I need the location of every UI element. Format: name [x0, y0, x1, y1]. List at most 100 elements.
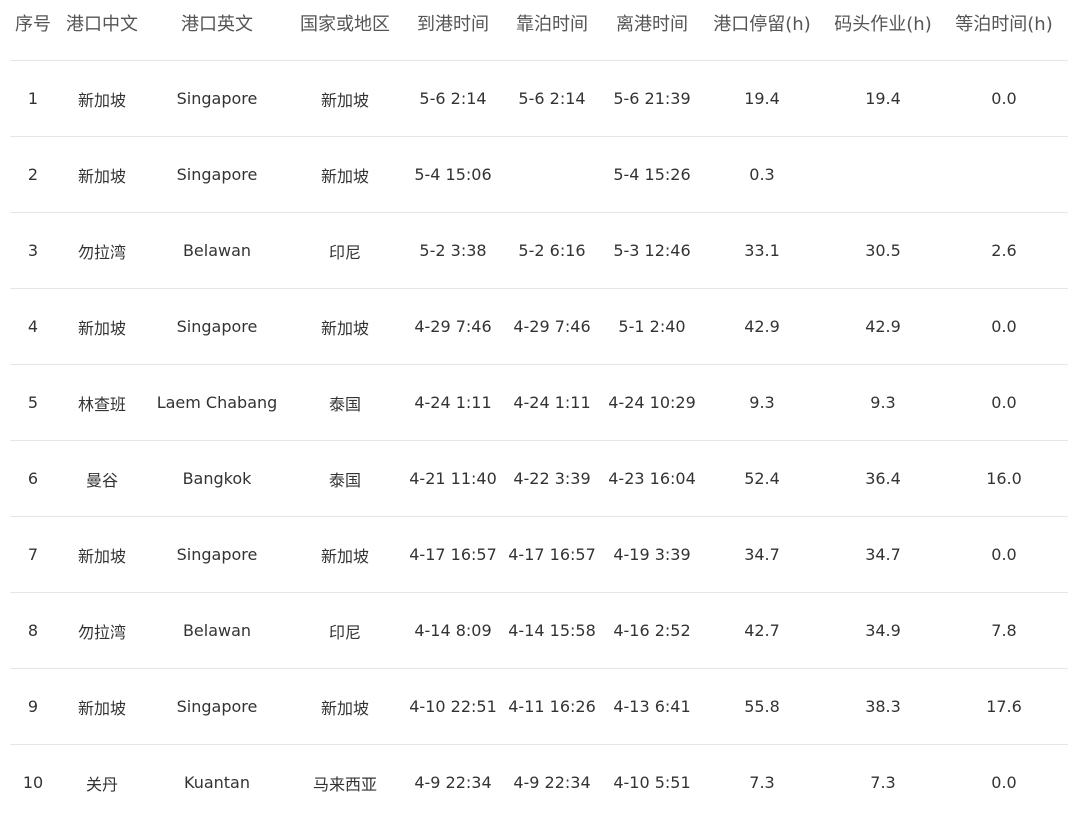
cell-port-en: Singapore	[176, 165, 258, 184]
cell-port-cn: 新加坡	[77, 90, 126, 110]
cell-arrival: 5-6 2:14	[419, 89, 487, 108]
table-row: 5 林查班 Laem Chabang 泰国 4-24 1:11 4-24 1:11 4-24…	[10, 365, 1068, 441]
cell-departure: 4-23 16:04	[608, 469, 696, 488]
cell-port-cn: 新加坡	[77, 166, 126, 186]
cell-terminal-ops: 19.4	[865, 89, 901, 108]
cell-port-cn: 勿拉湾	[77, 242, 126, 262]
cell-terminal-ops: 9.3	[870, 393, 896, 412]
header-country: 国家或地区	[300, 14, 390, 35]
cell-port-stay: 42.7	[744, 621, 780, 640]
cell-berthing: 4-11 16:26	[508, 697, 596, 716]
cell-terminal-ops: 36.4	[865, 469, 901, 488]
cell-wait-time: 16.0	[986, 469, 1022, 488]
cell-country: 新加坡	[320, 166, 369, 186]
table-row: 3 勿拉湾 Belawan 印尼 5-2 3:38 5-2 6:16 5-3 12:46 33…	[10, 213, 1068, 289]
cell-terminal-ops: 7.3	[870, 773, 896, 792]
cell-departure: 4-10 5:51	[613, 773, 691, 792]
table-row: 2 新加坡 Singapore 新加坡 5-4 15:06 5-4 15:26 0.3	[10, 137, 1068, 213]
cell-port-stay: 9.3	[749, 393, 775, 412]
cell-index: 4	[27, 317, 39, 336]
cell-port-cn: 曼谷	[85, 470, 118, 490]
cell-country: 新加坡	[320, 90, 369, 110]
cell-arrival: 4-29 7:46	[414, 317, 492, 336]
cell-port-stay: 33.1	[744, 241, 780, 260]
cell-arrival: 4-24 1:11	[414, 393, 492, 412]
header-index: 序号	[15, 14, 51, 35]
port-call-table: 序号 港口中文 港口英文 国家或地区 到港时间 靠泊时间 离港时间 港口停留(h…	[0, 0, 1068, 820]
cell-departure: 5-3 12:46	[613, 241, 691, 260]
header-port-cn: 港口中文	[66, 14, 138, 35]
table-body: 1 新加坡 Singapore 新加坡 5-6 2:14 5-6 2:14 5-6 21:3…	[0, 61, 1068, 820]
cell-port-en: Singapore	[176, 697, 258, 716]
cell-country: 印尼	[328, 242, 361, 262]
header-terminal-ops: 码头作业(h)	[834, 14, 932, 35]
cell-wait-time: 0.0	[991, 393, 1017, 412]
cell-wait-time: 0.0	[991, 89, 1017, 108]
cell-terminal-ops: 34.7	[865, 545, 901, 564]
cell-arrival: 4-9 22:34	[414, 773, 492, 792]
cell-terminal-ops: 42.9	[865, 317, 901, 336]
cell-departure: 4-24 10:29	[608, 393, 696, 412]
cell-index: 10	[22, 773, 44, 792]
cell-berthing: 4-24 1:11	[513, 393, 591, 412]
cell-port-cn: 勿拉湾	[77, 622, 126, 642]
cell-port-cn: 新加坡	[77, 546, 126, 566]
cell-country: 新加坡	[320, 698, 369, 718]
cell-port-en: Belawan	[182, 621, 252, 640]
cell-index: 9	[27, 697, 39, 716]
cell-berthing: 5-2 6:16	[518, 241, 586, 260]
cell-port-stay: 55.8	[744, 697, 780, 716]
cell-port-en: Singapore	[176, 89, 258, 108]
table-row: 10 关丹 Kuantan 马来西亚 4-9 22:34 4-9 22:34 4-10 5:…	[10, 745, 1068, 820]
cell-terminal-ops: 38.3	[865, 697, 901, 716]
cell-index: 5	[27, 393, 39, 412]
cell-port-stay: 7.3	[749, 773, 775, 792]
cell-port-stay: 19.4	[744, 89, 780, 108]
cell-berthing: 4-17 16:57	[508, 545, 596, 564]
cell-departure: 5-1 2:40	[618, 317, 686, 336]
cell-country: 马来西亚	[312, 774, 377, 794]
cell-index: 8	[27, 621, 39, 640]
cell-country: 印尼	[328, 622, 361, 642]
cell-departure: 5-6 21:39	[613, 89, 691, 108]
cell-departure: 4-19 3:39	[613, 545, 691, 564]
header-wait-time: 等泊时间(h)	[955, 14, 1053, 35]
cell-port-cn: 新加坡	[77, 318, 126, 338]
table-row: 8 勿拉湾 Belawan 印尼 4-14 8:09 4-14 15:58 4-16 2:5…	[10, 593, 1068, 669]
cell-berthing: 4-29 7:46	[513, 317, 591, 336]
table-row: 4 新加坡 Singapore 新加坡 4-29 7:46 4-29 7:46 5-1 2:…	[10, 289, 1068, 365]
cell-port-cn: 关丹	[85, 774, 118, 794]
cell-index: 6	[27, 469, 39, 488]
cell-departure: 4-13 6:41	[613, 697, 691, 716]
table-row: 7 新加坡 Singapore 新加坡 4-17 16:57 4-17 16:57 4-19…	[10, 517, 1068, 593]
cell-index: 1	[27, 89, 39, 108]
cell-wait-time: 17.6	[986, 697, 1022, 716]
cell-port-en: Bangkok	[182, 469, 252, 488]
cell-berthing: 5-6 2:14	[518, 89, 586, 108]
cell-country: 新加坡	[320, 546, 369, 566]
cell-arrival: 5-4 15:06	[414, 165, 492, 184]
cell-country: 泰国	[328, 470, 361, 490]
cell-wait-time: 0.0	[991, 545, 1017, 564]
header-port-stay: 港口停留(h)	[713, 14, 811, 35]
cell-port-en: Singapore	[176, 545, 258, 564]
header-departure: 离港时间	[616, 14, 688, 35]
cell-arrival: 4-14 8:09	[414, 621, 492, 640]
cell-index: 3	[27, 241, 39, 260]
cell-arrival: 4-10 22:51	[409, 697, 497, 716]
header-berthing: 靠泊时间	[516, 14, 588, 35]
cell-arrival: 4-21 11:40	[409, 469, 497, 488]
cell-berthing: 4-14 15:58	[508, 621, 596, 640]
header-port-en: 港口英文	[181, 14, 253, 35]
cell-departure: 5-4 15:26	[613, 165, 691, 184]
cell-port-stay: 52.4	[744, 469, 780, 488]
cell-wait-time: 0.0	[991, 317, 1017, 336]
cell-port-en: Laem Chabang	[156, 393, 278, 412]
cell-wait-time: 2.6	[991, 241, 1017, 260]
cell-departure: 4-16 2:52	[613, 621, 691, 640]
cell-port-stay: 42.9	[744, 317, 780, 336]
table-row: 1 新加坡 Singapore 新加坡 5-6 2:14 5-6 2:14 5-6 21:3…	[10, 61, 1068, 137]
cell-wait-time: 7.8	[991, 621, 1017, 640]
cell-port-en: Singapore	[176, 317, 258, 336]
table-header: 序号 港口中文 港口英文 国家或地区 到港时间 靠泊时间 离港时间 港口停留(h…	[10, 0, 1068, 61]
